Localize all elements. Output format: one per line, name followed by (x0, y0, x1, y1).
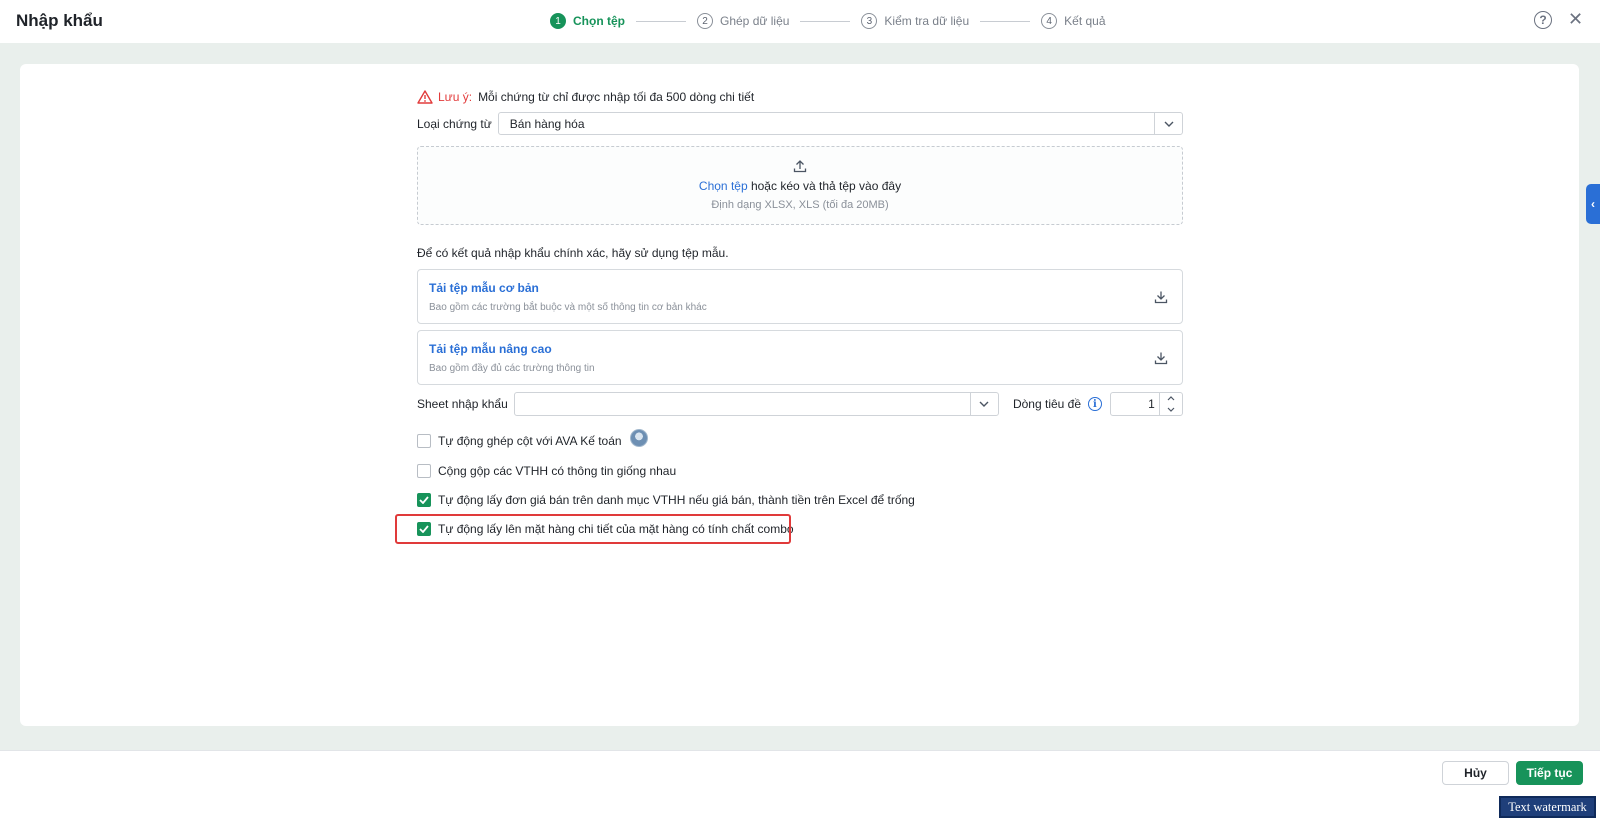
info-icon[interactable]: i (1088, 397, 1102, 411)
sheet-row: Sheet nhập khẩu Dòng tiêu đề i (417, 392, 1184, 416)
voucher-type-row: Loại chứng từ Bán hàng hóa (417, 112, 1183, 135)
step-label: Kết quả (1064, 14, 1106, 28)
step-label: Chọn tệp (573, 14, 625, 28)
voucher-type-label: Loại chứng từ (417, 116, 492, 131)
checkbox[interactable] (417, 434, 431, 448)
chevron-down-icon[interactable] (1154, 113, 1182, 134)
step-connector (636, 20, 686, 22)
check-icon (419, 496, 429, 504)
chevron-up-icon[interactable] (1160, 393, 1182, 404)
option-merge-items: Cộng gộp các VTHH có thông tin giống nha… (417, 462, 1183, 480)
checkbox[interactable] (417, 464, 431, 478)
template-desc: Bao gồm các trường bắt buộc và một số th… (429, 302, 707, 313)
text-watermark: Text watermark (1499, 796, 1596, 818)
next-button[interactable]: Tiếp tục (1516, 761, 1583, 785)
dropzone-format: Định dạng XLSX, XLS (tối đa 20MB) (711, 199, 889, 211)
chevron-down-icon[interactable] (969, 393, 998, 415)
side-panel-toggle[interactable]: ‹ (1586, 184, 1600, 224)
download-advanced-template[interactable]: Tải tệp mẫu nâng cao Bao gồm đầy đủ các … (417, 330, 1183, 385)
step-number: 3 (861, 13, 878, 29)
voucher-type-value: Bán hàng hóa (509, 116, 585, 131)
cancel-button[interactable]: Hủy (1442, 761, 1509, 785)
page-title: Nhập khẩu (16, 11, 103, 30)
stepper-progress: 1 Chọn tệp 2 Ghép dữ liệu 3 Kiểm tra dữ … (550, 13, 1106, 29)
download-icon[interactable] (1154, 351, 1168, 365)
step-choose-file: 1 Chọn tệp (550, 13, 625, 29)
checkbox-checked[interactable] (417, 493, 431, 507)
footer-bar: Hủy Tiếp tục (0, 750, 1600, 818)
option-label: Tự động ghép cột với AVA Kế toán (438, 434, 622, 448)
chevron-down-icon[interactable] (1160, 404, 1182, 415)
highlight-box (395, 514, 791, 544)
note-text: Mỗi chứng từ chỉ được nhập tối đa 500 dò… (478, 90, 755, 104)
dropzone-text: Chọn tệp hoặc kéo và thả tệp vào đây (418, 179, 1182, 193)
choose-file-link[interactable]: Chọn tệp (699, 179, 748, 193)
step-number: 4 (1041, 13, 1058, 29)
step-connector (800, 20, 851, 22)
close-icon[interactable]: ✕ (1568, 9, 1583, 29)
import-note: Lưu ý: Mỗi chứng từ chỉ được nhập tối đa… (417, 88, 1183, 106)
warning-icon (417, 90, 433, 104)
option-label: Tự động lấy đơn giá bán trên danh mục VT… (438, 493, 915, 507)
download-basic-template[interactable]: Tải tệp mẫu cơ bản Bao gồm các trường bắ… (417, 269, 1183, 324)
note-label: Lưu ý: (438, 90, 473, 104)
sheet-select[interactable] (513, 392, 999, 416)
file-dropzone[interactable]: Chọn tệp hoặc kéo và thả tệp vào đây Địn… (417, 146, 1183, 225)
template-hint: Để có kết quả nhập khẩu chính xác, hãy s… (417, 246, 729, 260)
header-bar: Nhập khẩu 1 Chọn tệp 2 Ghép dữ liệu 3 Ki… (0, 0, 1600, 43)
step-number: 1 (550, 13, 566, 29)
option-auto-price: Tự động lấy đơn giá bán trên danh mục VT… (417, 491, 1183, 509)
upload-icon (418, 159, 1182, 175)
step-check-data: 3 Kiểm tra dữ liệu (861, 13, 969, 29)
step-number: 2 (697, 13, 713, 29)
ava-avatar-icon (629, 429, 648, 447)
dropzone-instruction: hoặc kéo và thả tệp vào đây (747, 179, 902, 193)
template-title[interactable]: Tải tệp mẫu cơ bản (429, 281, 1171, 295)
option-auto-map-columns: Tự động ghép cột với AVA Kế toán (417, 429, 1183, 450)
step-label: Kiểm tra dữ liệu (884, 14, 970, 28)
sheet-label: Sheet nhập khẩu (417, 397, 508, 411)
template-title[interactable]: Tải tệp mẫu nâng cao (429, 342, 1171, 356)
template-desc: Bao gồm đầy đủ các trường thông tin (429, 363, 595, 374)
header-row-label: Dòng tiêu đề (1012, 397, 1082, 411)
step-label: Ghép dữ liệu (720, 14, 790, 28)
download-icon[interactable] (1154, 290, 1168, 304)
help-icon[interactable]: ? (1534, 11, 1552, 29)
step-connector (980, 20, 1031, 22)
step-result: 4 Kết quả (1041, 13, 1106, 29)
stepper-buttons (1159, 393, 1182, 415)
header-row-input[interactable] (1110, 393, 1161, 415)
header-row-stepper[interactable] (1109, 392, 1184, 416)
step-map-data: 2 Ghép dữ liệu (697, 13, 789, 29)
option-label: Cộng gộp các VTHH có thông tin giống nha… (438, 464, 677, 478)
voucher-type-select[interactable]: Bán hàng hóa (497, 112, 1183, 135)
